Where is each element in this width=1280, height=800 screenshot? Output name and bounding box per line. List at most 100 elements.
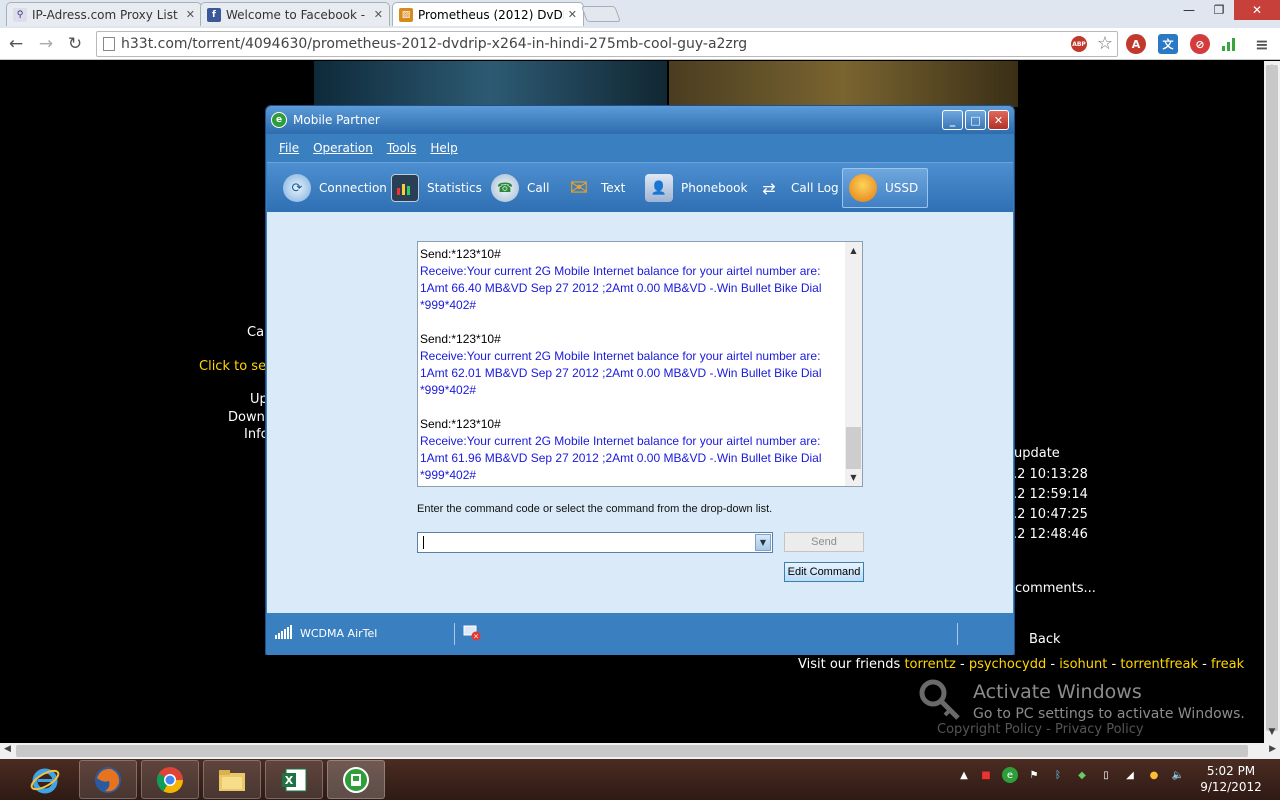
file-explorer-icon[interactable] [203,760,261,799]
friend-link-torrentfreak[interactable]: torrentfreak [1120,657,1198,672]
menu-tools[interactable]: Tools [387,141,417,155]
scroll-left-arrow-icon[interactable]: ◀ [4,744,11,754]
menu-wrench-icon[interactable]: ≡ [1252,34,1272,54]
mobile-partner-taskbar-icon[interactable] [327,760,385,799]
address-bar[interactable]: h33t.com/torrent/4094630/prometheus-2012… [96,31,1118,57]
friend-link-isohunt[interactable]: isohunt [1059,657,1107,672]
tool-call[interactable]: ☎ Call [485,168,555,208]
internet-explorer-icon[interactable] [16,760,74,799]
phone-icon: ☎ [491,174,519,202]
system-clock[interactable]: 5:02 PM 9/12/2012 [1196,763,1266,795]
close-tab-icon[interactable]: ✕ [374,8,383,21]
close-tab-icon[interactable]: ✕ [568,8,577,21]
command-combobox[interactable]: ▼ [417,532,773,553]
network-status: WCDMA AirTel [300,627,378,640]
tool-statistics[interactable]: Statistics [385,168,488,208]
text-caret [423,536,424,549]
dropdown-arrow-icon[interactable]: ▼ [755,534,771,551]
ussd-panel: Send:*123*10# Receive:Your current 2G Mo… [267,212,1013,613]
page-link-fragment[interactable]: Click to se [199,359,266,374]
call-log-icon: ⇄ [762,178,776,198]
tool-label: Text [601,181,626,195]
update-time: .2 10:47:25 [1013,507,1088,522]
tool-connection[interactable]: ⟳ Connection [277,168,393,208]
scroll-down-arrow-icon[interactable]: ▼ [1264,727,1280,741]
envelope-icon: ✉ [569,175,589,201]
mp-maximize-icon[interactable]: □ [965,110,986,130]
windows-taskbar: X ▲ ■ e ⚑ ᛒ ◆ ▯ ◢ ● 🔈 5:02 PM 9/12/2012 [0,759,1280,800]
tray-mobile-partner-icon[interactable]: e [1002,767,1018,783]
reload-icon[interactable]: ↻ [63,32,87,56]
friend-link-torrentz[interactable]: torrentz [904,657,955,672]
close-tab-icon[interactable]: ✕ [186,8,195,21]
tray-app-icon[interactable]: ■ [978,767,994,783]
ussd-log[interactable]: Send:*123*10# Receive:Your current 2G Mo… [417,241,863,487]
copyright-links[interactable]: Copyright Policy - Privacy Policy [937,722,1144,737]
scroll-right-arrow-icon[interactable]: ▶ [1269,744,1276,754]
menu-help[interactable]: Help [430,141,457,155]
back-arrow-icon[interactable]: ← [4,32,28,56]
comments-link[interactable]: comments... [1015,581,1096,596]
tab-prometheus[interactable]: ▨ Prometheus (2012) DvDRip ✕ [392,2,584,26]
new-tab-button[interactable] [581,6,621,22]
mp-window-title: Mobile Partner [293,113,380,127]
translate-icon[interactable]: 文 [1158,34,1178,54]
tool-call-log[interactable]: ⇄ Call Log [749,168,845,208]
bookmark-star-icon[interactable]: ☆ [1097,33,1113,54]
menu-file[interactable]: File [279,141,299,155]
wifi-status-icon[interactable]: ◢ [1122,767,1138,783]
search-icon: ⚲ [13,7,27,22]
tool-phonebook[interactable]: 👤 Phonebook [639,168,753,208]
facebook-icon: f [207,7,221,22]
adblock-icon[interactable]: ABP [1071,36,1087,52]
update-column-header: update [1014,446,1060,461]
volume-icon[interactable]: 🔈 [1170,767,1186,783]
tray-device-icon[interactable]: ▯ [1098,767,1114,783]
scroll-down-arrow-icon[interactable]: ▼ [845,473,862,482]
show-hidden-icons-icon[interactable]: ▲ [956,767,972,783]
mp-minimize-icon[interactable]: _ [942,110,963,130]
forward-arrow-icon[interactable]: → [34,32,58,56]
no-script-icon[interactable]: ⊘ [1190,34,1210,54]
scroll-thumb[interactable] [1266,65,1278,731]
friends-line: Visit our friends torrentz - psychocydd … [798,657,1244,672]
scroll-up-arrow-icon[interactable]: ▲ [845,246,862,255]
send-button[interactable]: Send [784,532,864,552]
friend-link-freak[interactable]: freak [1211,657,1244,672]
log-scrollbar[interactable]: ▲ ▼ [845,242,862,486]
tab-proxy-list[interactable]: ⚲ IP-Adress.com Proxy List | ✕ [6,2,202,26]
tray-flag-icon[interactable]: ⚑ [1026,767,1042,783]
minimize-icon[interactable]: — [1174,0,1204,20]
tool-ussd[interactable]: USSD [842,168,928,208]
tray-antivirus-icon[interactable]: ● [1146,767,1162,783]
edit-command-button[interactable]: Edit Command [784,562,864,582]
friends-separator: - [1198,657,1211,672]
tool-text[interactable]: ✉ Text [559,168,631,208]
friend-link-psychocydd[interactable]: psychocydd [969,657,1046,672]
close-window-icon[interactable]: ✕ [1234,0,1280,20]
adblock-extension-icon[interactable]: A [1126,34,1146,54]
chrome-icon[interactable] [141,760,199,799]
menu-operation[interactable]: Operation [313,141,373,155]
back-link[interactable]: Back [1029,632,1061,647]
maximize-icon[interactable]: ❐ [1204,0,1234,20]
excel-icon[interactable]: X [265,760,323,799]
page-vertical-scrollbar[interactable]: ▲ ▼ [1264,61,1280,743]
tool-label: Phonebook [681,181,748,195]
sms-error-icon[interactable]: × [463,625,481,641]
tab-title: Prometheus (2012) DvDRip [418,7,564,22]
update-time: .2 10:13:28 [1013,467,1088,482]
signal-extension-icon[interactable] [1220,34,1240,54]
svg-text:×: × [473,633,479,641]
bluetooth-icon[interactable]: ᛒ [1050,767,1066,783]
page-horizontal-scrollbar[interactable]: ◀ ▶ [0,743,1280,759]
scroll-thumb[interactable] [846,427,861,469]
tool-label: Call Log [791,181,839,195]
activate-subtitle: Go to PC settings to activate Windows. [973,706,1245,722]
firefox-icon[interactable] [79,760,137,799]
page-text-fragment: Down [228,410,265,425]
scroll-thumb[interactable] [16,745,1248,757]
tab-facebook[interactable]: f Welcome to Facebook - Lo ✕ [200,2,390,26]
tray-network-icon[interactable]: ◆ [1074,767,1090,783]
mp-close-icon[interactable]: ✕ [988,110,1009,130]
